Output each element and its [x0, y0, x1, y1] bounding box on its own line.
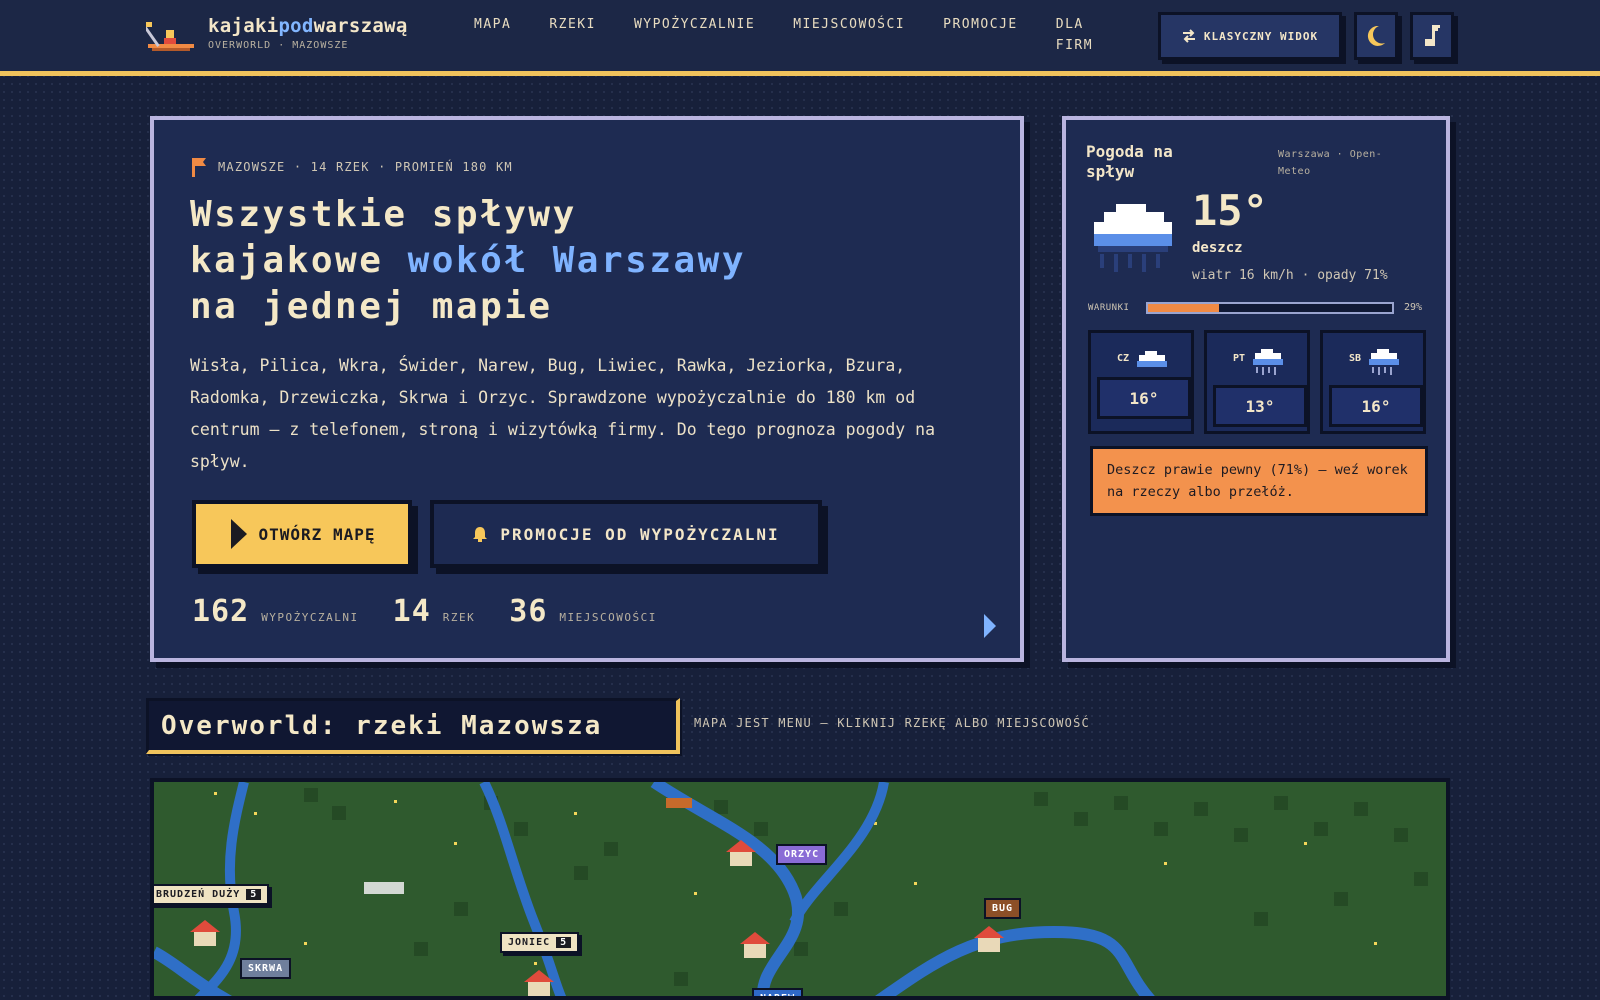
- weather-panel: Pogoda na spływ Warszawa · Open-Meteo 15…: [1062, 116, 1450, 662]
- hero-kicker-text: MAZOWSZE · 14 RZEK · PROMIEŃ 180 KM: [218, 160, 513, 174]
- current-temperature: 15°: [1192, 186, 1268, 235]
- flag-icon: [192, 158, 206, 177]
- logo-text: kajakipodwarszawą: [208, 15, 408, 37]
- forecast-temp: 16°: [1329, 385, 1423, 427]
- stat-label-towns: MIEJSCOWOŚCI: [559, 611, 657, 624]
- weather-title: Pogoda na spływ: [1086, 142, 1173, 181]
- map-river-label[interactable]: BUG: [984, 898, 1022, 919]
- weather-source: Warszawa · Open-Meteo: [1278, 149, 1383, 177]
- open-map-button[interactable]: OTWÓRZ MAPĘ: [192, 500, 412, 568]
- hero-panel: MAZOWSZE · 14 RZEK · PROMIEŃ 180 KM Wszy…: [150, 116, 1024, 662]
- forecast-day: PT: [1233, 353, 1246, 364]
- promotions-button[interactable]: PROMOCJE OD WYPOŻYCZALNI: [430, 500, 822, 568]
- stat-value-rivers: 14: [392, 594, 431, 629]
- classic-view-label: KLASYCZNY WIDOK: [1203, 29, 1319, 43]
- overworld-heading: Overworld: rzeki Mazowsza: [146, 698, 680, 754]
- cloud-icon: [1137, 351, 1167, 367]
- logo-tagline: OVERWORLD · MAZOWSZE: [208, 40, 349, 51]
- play-arrow-icon: [230, 519, 247, 549]
- nav-miejscowosci[interactable]: MIEJSCOWOŚCI: [793, 14, 905, 56]
- bell-icon: [473, 527, 488, 542]
- swap-arrows-icon: [1182, 29, 1195, 43]
- moon-icon: [1367, 25, 1385, 46]
- theme-toggle-button[interactable]: [1354, 12, 1398, 60]
- stat-label-rivers: RZEK: [442, 611, 476, 624]
- stat-value-rentals: 162: [192, 594, 250, 629]
- weather-alert: Deszcz prawie pewny (71%) – weź worek na…: [1090, 446, 1428, 516]
- music-toggle-button[interactable]: [1410, 12, 1454, 60]
- overworld-map[interactable]: BRUDZEŃ DUŻY 5 JONIEC 5 ORZYC BUG SKRWA NA…: [150, 778, 1450, 1000]
- rain-cloud-icon: [1369, 349, 1399, 375]
- forecast-row: CZ 16° PT 13° SB 16°: [1088, 330, 1426, 434]
- forecast-temp: 16°: [1097, 377, 1191, 419]
- rain-cloud-icon: [1253, 349, 1283, 375]
- current-condition: deszcz: [1192, 240, 1243, 256]
- hero-title: Wszystkie spływy kajakowe wokół Warszawy…: [190, 194, 747, 327]
- stat-value-towns: 36: [509, 594, 548, 629]
- conditions-bar-fill: [1148, 304, 1219, 312]
- forecast-day-card[interactable]: SB 16°: [1320, 330, 1426, 434]
- hero-stats: 162 WYPOŻYCZALNI 14 RZEK 36 MIEJSCOWOŚCI: [192, 594, 691, 629]
- promotions-label: PROMOCJE OD WYPOŻYCZALNI: [500, 524, 780, 544]
- site-logo[interactable]: kajakipodwarszawą OVERWORLD · MAZOWSZE: [146, 14, 446, 58]
- conditions-label: WARUNKI: [1088, 303, 1130, 313]
- map-river-label[interactable]: NAREW: [752, 988, 804, 996]
- music-note-icon: [1425, 25, 1440, 46]
- weather-details: wiatr 16 km/h · opady 71%: [1192, 268, 1388, 283]
- nav-dla-firm[interactable]: DLA FIRM: [1056, 14, 1100, 56]
- forecast-day-card[interactable]: PT 13°: [1204, 330, 1310, 434]
- overworld-hint: MAPA JEST MENU – KLIKNIJ RZEKĘ ALBO MIEJ…: [694, 716, 1090, 730]
- top-navigation-bar: kajakipodwarszawą OVERWORLD · MAZOWSZE M…: [0, 0, 1600, 76]
- forecast-day: SB: [1349, 353, 1362, 364]
- classic-view-button[interactable]: KLASYCZNY WIDOK: [1158, 12, 1342, 60]
- map-terrain: [154, 782, 1446, 996]
- nav-wypozyczalnie[interactable]: WYPOŻYCZALNIE: [634, 14, 755, 56]
- next-arrow-icon[interactable]: [982, 612, 998, 640]
- map-town-marker[interactable]: BRUDZEŃ DUŻY 5: [154, 884, 270, 905]
- conditions-bar: [1146, 302, 1394, 314]
- forecast-day-card[interactable]: CZ 16°: [1088, 330, 1194, 434]
- nav-mapa[interactable]: MAPA: [474, 14, 511, 56]
- forecast-day: CZ: [1117, 353, 1130, 364]
- open-map-label: OTWÓRZ MAPĘ: [258, 524, 376, 544]
- hero-kicker: MAZOWSZE · 14 RZEK · PROMIEŃ 180 KM: [190, 156, 513, 178]
- map-town-marker[interactable]: JONIEC 5: [500, 932, 580, 953]
- nav-promocje[interactable]: PROMOCJE: [943, 14, 1018, 56]
- kayak-icon: [146, 22, 194, 51]
- conditions-percent: 29%: [1404, 302, 1423, 313]
- rain-cloud-icon: [1094, 204, 1172, 272]
- forecast-temp: 13°: [1213, 385, 1307, 427]
- nav-rzeki[interactable]: RZEKI: [549, 14, 596, 56]
- hero-description: Wisła, Pilica, Wkra, Świder, Narew, Bug,…: [190, 356, 936, 471]
- map-river-label[interactable]: SKRWA: [240, 958, 292, 979]
- stat-label-rentals: WYPOŻYCZALNI: [261, 611, 359, 624]
- map-river-label[interactable]: ORZYC: [776, 844, 828, 865]
- main-nav: MAPA RZEKI WYPOŻYCZALNIE MIEJSCOWOŚCI PR…: [474, 14, 1100, 56]
